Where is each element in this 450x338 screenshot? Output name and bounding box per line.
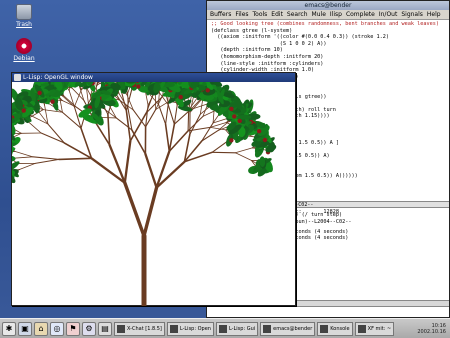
menu-buffers[interactable]: Buffers (210, 11, 231, 18)
code-line: (S 1 0 0 2) A)) (211, 40, 327, 47)
tree-branch (235, 147, 253, 154)
menu-mule[interactable]: Mule (312, 11, 326, 18)
menu-tools[interactable]: Tools (253, 11, 268, 18)
help-icon[interactable]: ⚑ (66, 321, 80, 336)
settings-icon[interactable]: ⚙ (82, 321, 96, 336)
opengl-title: L-Lisp: OpenGL window (23, 74, 93, 81)
task-label: L-Lisp: Gui (228, 325, 256, 332)
code-line: (homomorphism-depth :initform 20) (211, 53, 324, 60)
code-line: (defclass gtree (l-system) (211, 27, 293, 34)
tree-branch (47, 123, 65, 144)
menu-edit[interactable]: Edit (271, 11, 283, 18)
tree-fruit (229, 138, 234, 143)
tree-branch (201, 122, 214, 142)
kde-menu-icon[interactable]: ✱ (2, 321, 16, 336)
code-line: (depth :initform 10) (211, 47, 283, 54)
tree-branch (19, 162, 36, 170)
menu-inout[interactable]: In/Out (379, 11, 397, 18)
tree-branch (165, 102, 169, 125)
tree-branch (167, 104, 175, 125)
tree-branch (123, 139, 132, 184)
code-line: ((axiom :initform '((color #(0.0 0.4 0.3… (211, 34, 390, 41)
tree-branch (32, 156, 60, 160)
menu-complete[interactable]: Complete (346, 11, 375, 18)
tree-fruit (205, 88, 210, 93)
browser-icon[interactable]: ◎ (50, 321, 64, 336)
tree-branch (212, 117, 228, 124)
tree-branch (123, 181, 146, 238)
code-line: (line-style :initform :cylinders) (211, 60, 324, 67)
tree-branch (26, 120, 42, 134)
tree-branch (40, 132, 65, 144)
task-button[interactable]: emacs@bender (260, 321, 316, 336)
clock-date: 2002.10.16 (417, 328, 446, 335)
tree-branch (14, 151, 34, 158)
clock: 10:16 2002.10.16 (417, 323, 448, 335)
tree-branch (73, 89, 82, 108)
tree-fruit (256, 128, 262, 134)
tree-branch (144, 152, 158, 189)
opengl-titlebar[interactable]: L-Lisp: OpenGL window (12, 73, 295, 82)
menu-search[interactable]: Search (287, 11, 308, 18)
desktop-icon-debian[interactable]: Debian (4, 38, 44, 62)
menu-ilisp[interactable]: Ilisp (330, 11, 342, 18)
menu-signals[interactable]: Signals (401, 11, 423, 18)
task-button[interactable]: L-Lisp: Open (166, 321, 214, 336)
tree-branch (164, 123, 171, 153)
tree-branch (58, 157, 93, 161)
tree-fruit (237, 118, 242, 124)
tree-fruit (21, 108, 26, 113)
task-button[interactable]: Konsole (317, 321, 353, 336)
tree-fruit (50, 99, 55, 104)
emacs-menubar: Buffers Files Tools Edit Search Mule Ilisp Comp… (207, 10, 449, 20)
task-button[interactable]: L-Lisp: Gui (215, 321, 259, 336)
tree-fruit (232, 114, 237, 119)
emacs-titlebar[interactable]: emacs@bender (207, 1, 449, 10)
menu-help[interactable]: Help (427, 11, 441, 18)
task-app-icon (169, 324, 178, 333)
code-line: ;; Good looking tree (combines randomnes… (211, 21, 439, 27)
tree-fruit (37, 90, 42, 96)
menu-files[interactable]: Files (235, 11, 248, 18)
task-label: X-Chat [1.8.5] (127, 325, 162, 332)
tree-branch (34, 158, 60, 164)
task-label: emacs@bender (273, 325, 313, 332)
tree-branch (201, 129, 219, 142)
tree-branch (235, 152, 252, 161)
task-button[interactable]: X-Chat [1.8.5] (114, 321, 165, 336)
desktop-icon[interactable]: ▣ (18, 321, 32, 336)
task-app-icon (357, 324, 366, 333)
debian-icon (16, 38, 32, 54)
trash-icon (16, 4, 32, 20)
task-label: L-Lisp: Open (179, 325, 211, 332)
task-app-icon (117, 324, 125, 333)
terminal-icon[interactable]: ▤ (98, 321, 112, 336)
desktop-icon-label: Trash (16, 21, 32, 28)
task-label: XF mit: ~ (367, 325, 392, 332)
window-icon (14, 74, 21, 81)
tree-render (0, 44, 277, 309)
task-app-icon (263, 324, 272, 333)
task-list: X-Chat [1.8.5] L-Lisp: Open L-Lisp: Gui ema… (114, 321, 395, 336)
tree-branch (142, 185, 159, 238)
task-app-icon (320, 324, 329, 333)
home-folder-icon[interactable]: ⌂ (34, 321, 48, 336)
desktop-icon-trash[interactable]: Trash (4, 4, 44, 28)
desktop-icon-label: Debian (13, 55, 35, 62)
tree-branch (63, 95, 77, 108)
tree-fruit (229, 106, 234, 112)
task-app-icon (218, 324, 227, 333)
task-label: Konsole (330, 325, 350, 332)
opengl-window[interactable]: L-Lisp: OpenGL window (0, 44, 296, 309)
tree-fruit (178, 94, 183, 100)
task-button[interactable]: XF mit: ~ (354, 321, 395, 336)
tree-fruit (136, 84, 141, 89)
tree-branch (187, 109, 190, 132)
tree-branch (107, 113, 111, 146)
opengl-canvas[interactable] (0, 44, 295, 309)
tree-branch (30, 115, 49, 125)
taskbar: ✱ ▣ ⌂ ◎ ⚑ ⚙ ▤ X-Chat [1.8.5] L-Lisp: Open… (0, 318, 450, 338)
